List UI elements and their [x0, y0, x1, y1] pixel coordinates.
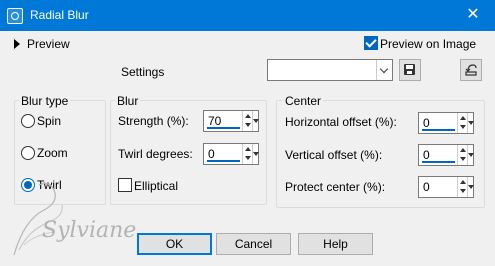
arrow-up-icon[interactable] [245, 114, 251, 118]
arrow-up-icon[interactable] [245, 147, 251, 151]
twirl-updown[interactable] [242, 144, 252, 164]
expand-triangle-icon [14, 39, 20, 49]
preview-label: Preview [27, 37, 70, 51]
vertical-updown[interactable] [457, 145, 467, 165]
settings-dropdown[interactable] [267, 59, 393, 81]
strength-spinner[interactable]: 70 [203, 110, 259, 132]
blur-legend: Blur [115, 94, 141, 108]
twirl-slider-bar [207, 160, 240, 162]
twirl-slider-dropdown[interactable] [252, 144, 259, 164]
elliptical-checkbox[interactable] [118, 178, 132, 192]
arrow-down-icon[interactable] [460, 125, 466, 129]
twirl-degrees-value: 0 [208, 147, 215, 161]
vertical-slider-bar [422, 161, 455, 163]
arrow-down-icon[interactable] [460, 157, 466, 161]
help-button[interactable]: Help [298, 233, 373, 255]
protect-center-value: 0 [423, 180, 430, 194]
vertical-offset-value: 0 [423, 148, 430, 162]
radio-zoom-label[interactable]: Zoom [37, 146, 68, 160]
twirl-degrees-spinner[interactable]: 0 [203, 143, 259, 165]
horizontal-slider-dropdown[interactable] [467, 113, 474, 133]
ok-button[interactable]: OK [137, 233, 212, 255]
arrow-down-icon[interactable] [245, 123, 251, 127]
arrow-up-icon[interactable] [460, 180, 466, 184]
strength-value: 70 [208, 114, 222, 128]
radio-zoom[interactable] [21, 146, 35, 160]
radio-spin-label[interactable]: Spin [37, 114, 61, 128]
window-title: Radial Blur [30, 8, 89, 22]
arrow-down-icon[interactable] [245, 156, 251, 160]
floppy-disk-icon [404, 64, 415, 75]
decorative-swirl-icon [13, 182, 63, 256]
watermark-signature: Sylviane [42, 218, 137, 243]
horizontal-offset-value: 0 [423, 116, 430, 130]
strength-label: Strength (%): [118, 114, 189, 128]
protect-slider-dropdown[interactable] [467, 177, 474, 197]
app-icon [7, 8, 23, 24]
arrow-up-icon[interactable] [460, 116, 466, 120]
title-bar: Radial Blur ✕ [0, 0, 495, 31]
close-icon[interactable]: ✕ [463, 5, 483, 25]
protect-center-label: Protect center (%): [285, 180, 386, 194]
strength-updown[interactable] [242, 111, 252, 131]
vertical-slider-dropdown[interactable] [467, 145, 474, 165]
arrow-down-icon[interactable] [460, 189, 466, 193]
arrow-up-icon[interactable] [460, 148, 466, 152]
twirl-degrees-label: Twirl degrees: [118, 147, 193, 161]
cancel-button[interactable]: Cancel [216, 233, 291, 255]
strength-slider-bar [207, 127, 240, 129]
protect-center-spinner[interactable]: 0 [418, 176, 474, 198]
preview-on-image-label[interactable]: Preview on Image [380, 37, 476, 51]
strength-slider-dropdown[interactable] [252, 111, 259, 131]
blur-type-legend: Blur type [19, 94, 71, 108]
save-settings-button[interactable] [399, 59, 421, 81]
vertical-offset-spinner[interactable]: 0 [418, 144, 474, 166]
vertical-offset-label: Vertical offset (%): [285, 148, 383, 162]
reset-defaults-icon [465, 64, 477, 76]
horizontal-slider-bar [422, 129, 455, 131]
radial-blur-dialog: Radial Blur ✕ Preview Preview on Image S… [0, 0, 495, 266]
elliptical-label[interactable]: Elliptical [134, 179, 178, 193]
horizontal-updown[interactable] [457, 113, 467, 133]
protect-updown[interactable] [457, 177, 467, 197]
preview-on-image-checkbox[interactable] [364, 36, 378, 50]
chevron-down-icon[interactable] [376, 60, 392, 80]
settings-label: Settings [121, 65, 165, 79]
horizontal-offset-spinner[interactable]: 0 [418, 112, 474, 134]
center-legend: Center [283, 94, 324, 108]
radio-spin[interactable] [21, 114, 35, 128]
reset-defaults-button[interactable] [460, 59, 482, 81]
horizontal-offset-label: Horizontal offset (%): [285, 115, 397, 129]
